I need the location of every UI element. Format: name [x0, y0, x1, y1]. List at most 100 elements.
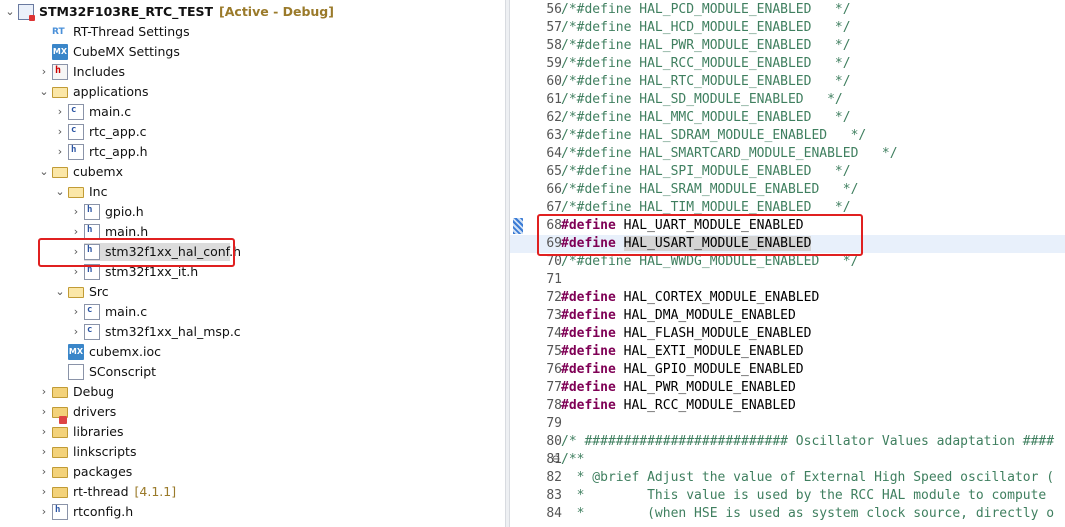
code-text: * This value is used by the RCC HAL modu… [561, 487, 1047, 505]
code-text: #define HAL_PWR_MODULE_ENABLED [561, 379, 796, 397]
tree-item[interactable]: ⌄ applications [0, 82, 505, 102]
keyword-token: #define [561, 326, 616, 341]
tree-item[interactable]: › Debug [0, 382, 505, 402]
tree-item[interactable]: › packages [0, 462, 505, 482]
folder-icon [52, 487, 68, 498]
chevron-right-icon[interactable]: › [38, 445, 50, 459]
comment-token: /*#define HAL_SPI_MODULE_ENABLED */ [561, 164, 851, 179]
tree-item[interactable]: › linkscripts [0, 442, 505, 462]
code-line[interactable]: 62/*#define HAL_MMC_MODULE_ENABLED */ [510, 109, 1065, 127]
chevron-right-icon[interactable]: › [38, 65, 50, 79]
tree-item[interactable]: › h Includes [0, 62, 505, 82]
chevron-right-icon[interactable]: › [54, 145, 66, 159]
fold-toggle-icon[interactable]: ⊖ [552, 451, 560, 469]
tree-item[interactable]: › libraries [0, 422, 505, 442]
keyword-token: #define [561, 362, 616, 377]
tree-item[interactable]: ⌄ STM32F103RE_RTC_TEST [Active - Debug] [0, 2, 505, 22]
tree-item[interactable]: › h rtc_app.h [0, 142, 505, 162]
code-line[interactable]: 72 #define HAL_CORTEX_MODULE_ENABLED [510, 289, 1065, 307]
code-line[interactable]: 57/*#define HAL_HCD_MODULE_ENABLED */ [510, 19, 1065, 37]
tree-item[interactable]: RT RT-Thread Settings [0, 22, 505, 42]
chevron-right-icon[interactable]: › [54, 125, 66, 139]
tree-item[interactable]: MX cubemx.ioc [0, 342, 505, 362]
code-line[interactable]: 84 * (when HSE is used as system clock s… [510, 505, 1065, 523]
code-line[interactable]: 73 #define HAL_DMA_MODULE_ENABLED [510, 307, 1065, 325]
chevron-right-icon[interactable]: › [38, 385, 50, 399]
code-line[interactable]: 76 #define HAL_GPIO_MODULE_ENABLED [510, 361, 1065, 379]
code-line[interactable]: 60/*#define HAL_RTC_MODULE_ENABLED */ [510, 73, 1065, 91]
comment-token: /** [561, 452, 585, 467]
code-line[interactable]: 83 * This value is used by the RCC HAL m… [510, 487, 1065, 505]
folder-open-icon [68, 187, 84, 198]
tree-item[interactable]: SConscript [0, 362, 505, 382]
chevron-down-icon[interactable]: ⌄ [38, 85, 50, 99]
chevron-right-icon[interactable]: › [38, 405, 50, 419]
code-text: /*#define HAL_MMC_MODULE_ENABLED */ [561, 109, 851, 127]
tree-item[interactable]: › c rtc_app.c [0, 122, 505, 142]
chevron-right-icon[interactable]: › [70, 265, 82, 279]
code-line[interactable]: 59/*#define HAL_RCC_MODULE_ENABLED */ [510, 55, 1065, 73]
tree-item-label: Includes [73, 64, 126, 79]
code-text: /*#define HAL_SD_MODULE_ENABLED */ [561, 91, 843, 109]
chevron-right-icon[interactable]: › [54, 105, 66, 119]
code-text: /*#define HAL_HCD_MODULE_ENABLED */ [561, 19, 851, 37]
comment-token: /*#define HAL_MMC_MODULE_ENABLED */ [561, 110, 851, 125]
chevron-right-icon[interactable]: › [70, 205, 82, 219]
code-line[interactable]: 82 * @brief Adjust the value of External… [510, 469, 1065, 487]
tree-item[interactable]: MX CubeMX Settings [0, 42, 505, 62]
chevron-down-icon[interactable]: ⌄ [54, 185, 66, 199]
tree-item[interactable]: › rt-thread [4.1.1] [0, 482, 505, 502]
line-number: 58 [546, 38, 562, 53]
code-line[interactable]: 71 [510, 271, 1065, 289]
line-number: 72 [546, 290, 562, 305]
code-line[interactable]: 78 #define HAL_RCC_MODULE_ENABLED [510, 397, 1065, 415]
c-file-icon: c [84, 304, 100, 320]
tree-item[interactable]: › h rtconfig.h [0, 502, 505, 522]
code-line[interactable]: 63/*#define HAL_SDRAM_MODULE_ENABLED */ [510, 127, 1065, 145]
line-number: 82 [546, 470, 562, 485]
tree-item-label: gpio.h [105, 204, 144, 219]
tree-item[interactable]: ⌄ Src [0, 282, 505, 302]
tree-item[interactable]: › c main.c [0, 102, 505, 122]
project-icon [18, 4, 35, 21]
tree-item-decoration: [4.1.1] [134, 484, 177, 499]
line-number: 84 [546, 506, 562, 521]
chevron-right-icon[interactable]: › [70, 225, 82, 239]
code-line[interactable]: 64/*#define HAL_SMARTCARD_MODULE_ENABLED… [510, 145, 1065, 163]
code-line[interactable]: 77 #define HAL_PWR_MODULE_ENABLED [510, 379, 1065, 397]
line-number: 61 [546, 92, 562, 107]
code-editor[interactable]: 56/*#define HAL_PCD_MODULE_ENABLED */57/… [510, 0, 1065, 527]
code-line[interactable]: 74 #define HAL_FLASH_MODULE_ENABLED [510, 325, 1065, 343]
code-line[interactable]: 61/*#define HAL_SD_MODULE_ENABLED */ [510, 91, 1065, 109]
chevron-right-icon[interactable]: › [38, 425, 50, 439]
tree-item[interactable]: ⌄ cubemx [0, 162, 505, 182]
code-line[interactable]: 79 [510, 415, 1065, 433]
comment-token: /*#define HAL_RCC_MODULE_ENABLED */ [561, 56, 851, 71]
line-number: 62 [546, 110, 562, 125]
chevron-right-icon[interactable]: › [70, 305, 82, 319]
code-line[interactable]: 81 ⊖/** [510, 451, 1065, 469]
code-text: /* ########################## Oscillator… [561, 433, 1054, 451]
code-line[interactable]: 80/* ########################## Oscillat… [510, 433, 1065, 451]
chevron-down-icon[interactable]: ⌄ [38, 165, 50, 179]
tree-item[interactable]: › c stm32f1xx_hal_msp.c [0, 322, 505, 342]
tree-item[interactable]: › h gpio.h [0, 202, 505, 222]
code-line[interactable]: 56/*#define HAL_PCD_MODULE_ENABLED */ [510, 1, 1065, 19]
chevron-right-icon[interactable]: › [38, 485, 50, 499]
code-line[interactable]: 75 #define HAL_EXTI_MODULE_ENABLED [510, 343, 1065, 361]
chevron-down-icon[interactable]: ⌄ [54, 285, 66, 299]
tree-item[interactable]: › c main.c [0, 302, 505, 322]
tree-item-label: rt-thread [4.1.1] [73, 484, 177, 499]
code-line[interactable]: 66/*#define HAL_SRAM_MODULE_ENABLED */ [510, 181, 1065, 199]
tree-item[interactable]: › drivers [0, 402, 505, 424]
chevron-right-icon[interactable]: › [38, 505, 50, 519]
code-line[interactable]: 65/*#define HAL_SPI_MODULE_ENABLED */ [510, 163, 1065, 181]
chevron-right-icon[interactable]: › [38, 465, 50, 479]
code-text: /*#define HAL_PCD_MODULE_ENABLED */ [561, 1, 851, 19]
line-number: 78 [546, 398, 562, 413]
chevron-down-icon[interactable]: ⌄ [4, 5, 16, 19]
chevron-right-icon[interactable]: › [70, 325, 82, 339]
code-line[interactable]: 58/*#define HAL_PWR_MODULE_ENABLED */ [510, 37, 1065, 55]
tree-item[interactable]: ⌄ Inc [0, 182, 505, 202]
